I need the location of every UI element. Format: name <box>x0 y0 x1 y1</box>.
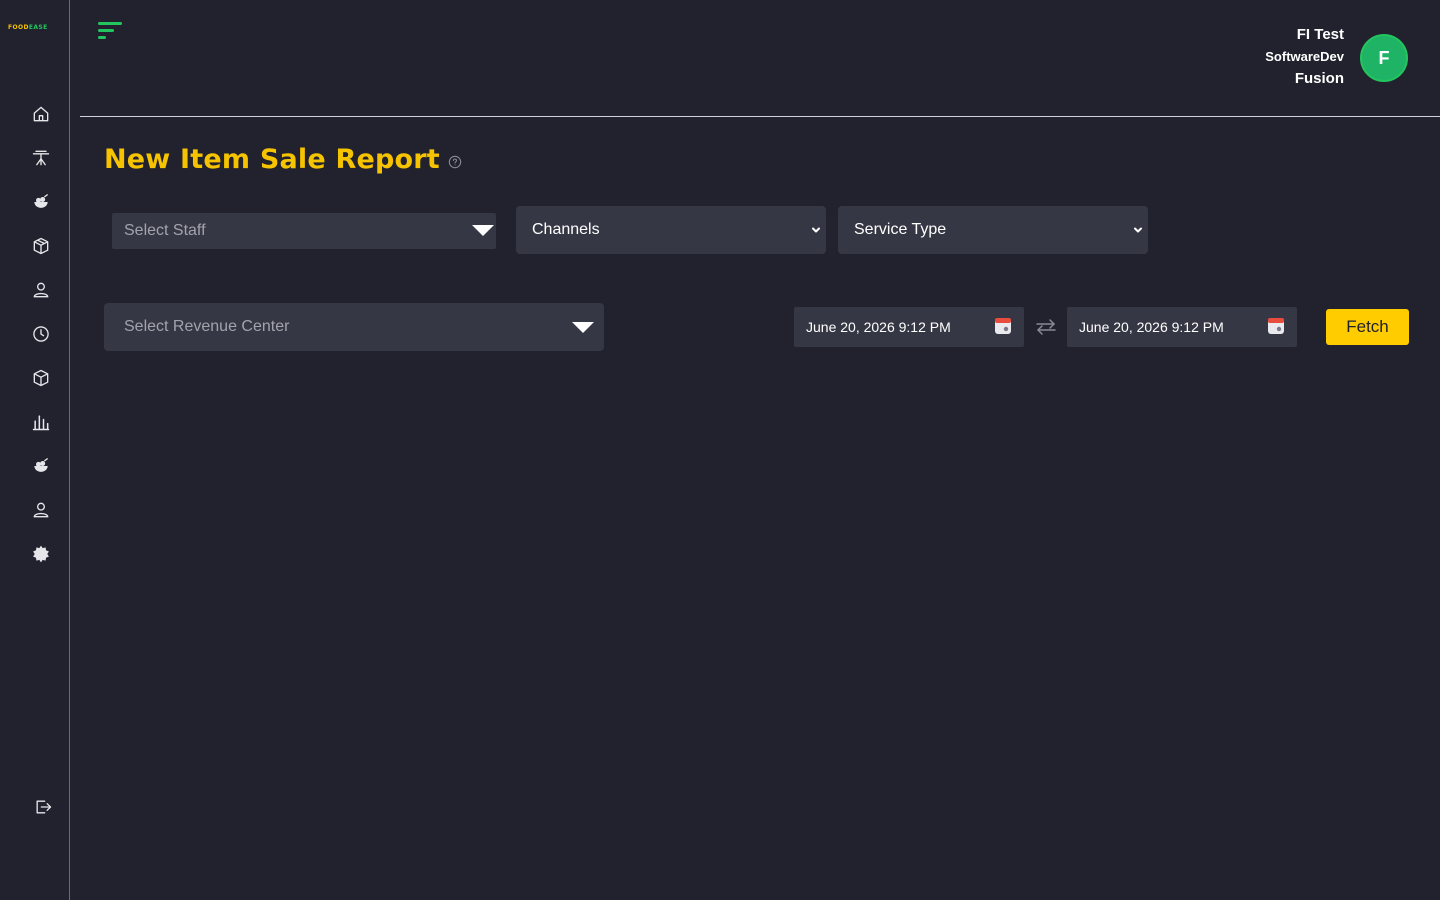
staff-user-icon <box>33 502 49 518</box>
sidebar-item-reports[interactable] <box>28 409 54 435</box>
clock-icon <box>33 326 49 342</box>
caret-down-icon <box>572 322 594 333</box>
brand-logo[interactable]: FOODEASE <box>8 24 48 32</box>
food-bowl-icon <box>34 193 49 208</box>
date-to-input[interactable]: June 20, 2026 9:12 PM <box>1067 307 1297 347</box>
settings-gear-icon <box>33 545 49 563</box>
calendar-icon[interactable] <box>994 317 1012 335</box>
logout-icon <box>36 800 52 814</box>
avatar[interactable]: F <box>1360 34 1408 82</box>
sidebar-item-packages[interactable] <box>28 233 54 259</box>
page-title: New Item Sale Report <box>104 144 440 175</box>
menu-items-icon <box>34 457 49 472</box>
menu-toggle-icon <box>98 22 122 39</box>
title-row: New Item Sale Report <box>104 144 462 175</box>
user-icon <box>33 282 49 298</box>
revenue-center-dropdown[interactable]: Select Revenue Center <box>104 303 604 351</box>
sidebar-item-food[interactable] <box>28 189 54 215</box>
header-divider <box>80 116 1440 117</box>
date-from-value: June 20, 2026 9:12 PM <box>806 319 951 335</box>
date-to-value: June 20, 2026 9:12 PM <box>1079 319 1224 335</box>
fetch-button[interactable]: Fetch <box>1326 309 1409 345</box>
sidebar-item-history[interactable] <box>28 321 54 347</box>
select-staff-dropdown[interactable]: Select Staff <box>112 213 496 249</box>
user-name: FI Test <box>1296 26 1344 43</box>
revenue-center-placeholder: Select Revenue Center <box>124 318 290 335</box>
date-from-input[interactable]: June 20, 2026 9:12 PM <box>794 307 1024 347</box>
sidebar-item-menu[interactable] <box>28 453 54 479</box>
help-icon[interactable] <box>448 155 462 169</box>
sidebar-item-home[interactable] <box>28 101 54 127</box>
sidebar: FOODEASE <box>0 0 70 900</box>
avatar-initial: F <box>1378 47 1390 68</box>
sidebar-item-tables[interactable] <box>28 145 54 171</box>
bar-chart-icon <box>32 415 50 431</box>
channels-select[interactable]: Channels <box>516 206 826 254</box>
inventory-box-icon <box>33 369 49 387</box>
sidebar-item-inventory[interactable] <box>28 365 54 391</box>
logo-ease-text: EASE <box>28 24 48 31</box>
chevron-down-icon <box>812 227 820 233</box>
service-type-label: Service Type <box>854 221 947 238</box>
calendar-icon[interactable] <box>1267 317 1285 335</box>
sidebar-item-settings[interactable] <box>28 541 54 567</box>
sidebar-item-customers[interactable] <box>28 277 54 303</box>
chevron-down-icon <box>1134 227 1142 233</box>
package-icon <box>33 237 49 255</box>
dining-table-icon <box>32 150 50 166</box>
sidebar-toggle-button[interactable] <box>98 20 124 42</box>
home-icon <box>33 106 49 122</box>
user-info: FI Test SoftwareDev Fusion <box>1265 24 1344 90</box>
swap-arrows-icon <box>1036 319 1056 335</box>
select-staff-placeholder: Select Staff <box>124 222 206 239</box>
user-suborganization: Fusion <box>1294 70 1344 87</box>
service-type-select[interactable]: Service Type <box>838 206 1148 254</box>
sidebar-item-staff[interactable] <box>28 497 54 523</box>
caret-down-icon <box>472 225 494 236</box>
logout-button[interactable] <box>30 794 56 820</box>
channels-label: Channels <box>532 221 600 238</box>
user-organization: SoftwareDev <box>1265 49 1344 64</box>
logo-food-text: FOOD <box>8 24 29 31</box>
